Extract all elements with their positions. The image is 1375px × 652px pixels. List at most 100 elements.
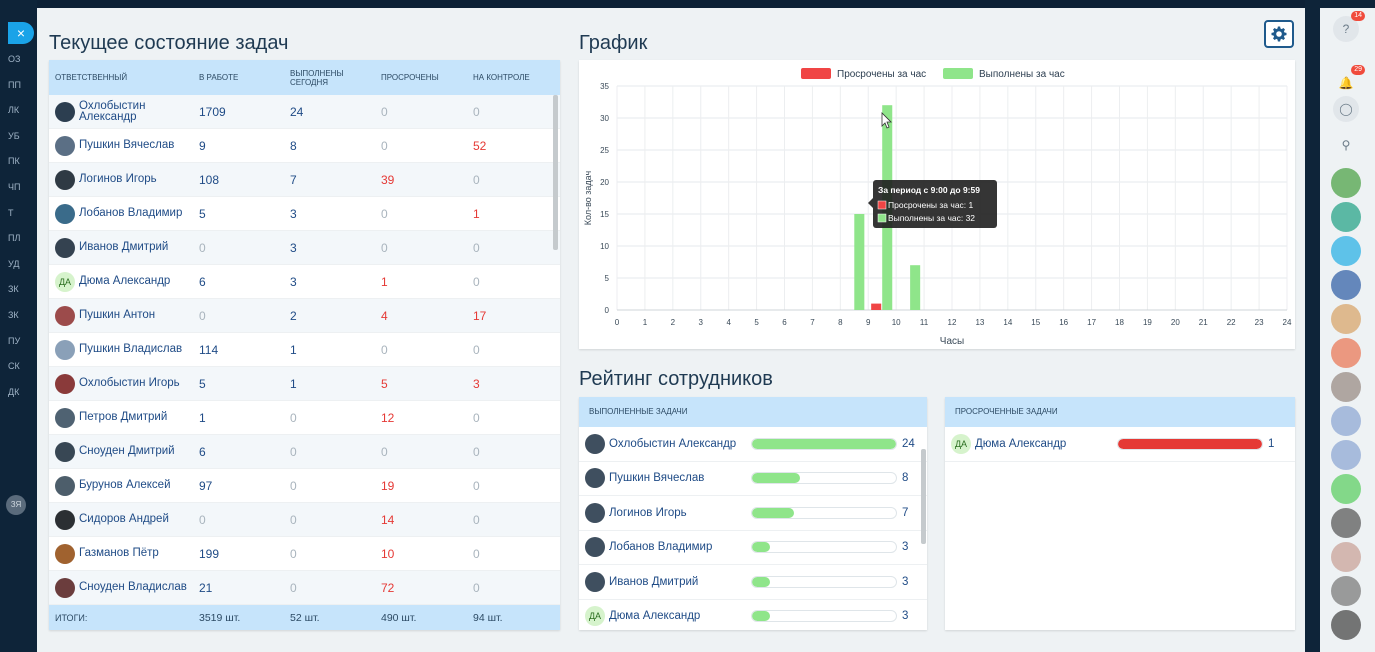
responsible-name[interactable]: Сноуден Владислав	[79, 581, 187, 593]
close-icon[interactable]: ×	[8, 22, 34, 44]
table-row[interactable]: Пушкин Антон 0 2 4 17	[49, 299, 560, 333]
rating-employee[interactable]: Иванов Дмитрий	[585, 571, 751, 592]
left-nav-item[interactable]: Т	[0, 208, 37, 218]
responsible-cell[interactable]: Охлобыстин Александр	[49, 100, 199, 123]
left-nav-item[interactable]: УД	[0, 259, 37, 269]
rating-employee-name[interactable]: Иванов Дмитрий	[609, 576, 698, 588]
table-row[interactable]: Пушкин Владислав 114 1 0 0	[49, 333, 560, 367]
contact-avatar[interactable]	[1331, 202, 1361, 232]
contact-avatar[interactable]	[1331, 440, 1361, 470]
responsible-name[interactable]: Сноуден Дмитрий	[79, 445, 175, 457]
table-row[interactable]: Петров Дмитрий 1 0 12 0	[49, 401, 560, 435]
left-nav-item[interactable]: ПК	[0, 156, 37, 166]
chat-icon[interactable]: ◯	[1333, 96, 1359, 122]
table-scrollbar[interactable]	[553, 95, 558, 250]
help-button[interactable]: ? 14	[1333, 11, 1365, 42]
left-nav-item[interactable]: ЗК	[0, 284, 37, 294]
table-row[interactable]: Иванов Дмитрий 0 3 0 0	[49, 231, 560, 265]
rating-employee[interactable]: Лобанов Владимир	[585, 537, 751, 558]
table-row[interactable]: Бурунов Алексей 97 0 19 0	[49, 469, 560, 503]
responsible-cell[interactable]: Охлобыстин Игорь	[49, 373, 199, 394]
contact-avatar[interactable]	[1331, 338, 1361, 368]
responsible-cell[interactable]: Бурунов Алексей	[49, 475, 199, 496]
left-nav-item[interactable]: ОЗ	[0, 54, 37, 64]
rating-row[interactable]: Иванов Дмитрий 3	[579, 565, 927, 600]
table-row[interactable]: Пушкин Вячеслав 9 8 0 52	[49, 129, 560, 163]
table-row[interactable]: Сноуден Владислав 21 0 72 0	[49, 571, 560, 605]
responsible-name[interactable]: Иванов Дмитрий	[79, 241, 168, 253]
col-in-work[interactable]: В РАБОТЕ	[199, 73, 290, 82]
contact-avatar[interactable]	[1331, 474, 1361, 504]
responsible-name[interactable]: Пушкин Антон	[79, 309, 155, 321]
contact-avatar[interactable]	[1331, 406, 1361, 436]
rating-employee[interactable]: Пушкин Вячеслав	[585, 468, 751, 489]
contact-avatar[interactable]	[1331, 168, 1361, 198]
table-row[interactable]: Логинов Игорь 108 7 39 0	[49, 163, 560, 197]
responsible-name[interactable]: Дюма Александр	[79, 275, 170, 287]
responsible-name[interactable]: Пушкин Вячеслав	[79, 139, 174, 151]
rating-employee[interactable]: Охлобыстин Александр	[585, 433, 751, 454]
rating-employee[interactable]: Логинов Игорь	[585, 502, 751, 523]
responsible-cell[interactable]: ДА Дюма Александр	[49, 271, 199, 292]
contact-avatar[interactable]	[1331, 576, 1361, 606]
responsible-cell[interactable]: Пушкин Вячеслав	[49, 135, 199, 156]
rating-employee[interactable]: ДА Дюма Александр	[951, 433, 1117, 454]
left-nav-item[interactable]: ЧП	[0, 182, 37, 192]
responsible-name[interactable]: Сидоров Андрей	[79, 513, 169, 525]
left-nav-item[interactable]: ПУ	[0, 336, 37, 346]
col-responsible[interactable]: ОТВЕТСТВЕННЫЙ	[49, 73, 199, 82]
rating-row[interactable]: ДА Дюма Александр 1	[945, 427, 1295, 462]
rating-employee-name[interactable]: Дюма Александр	[609, 610, 700, 622]
responsible-cell[interactable]: Сидоров Андрей	[49, 509, 199, 530]
rating-employee-name[interactable]: Логинов Игорь	[609, 507, 687, 519]
contact-avatar[interactable]	[1331, 372, 1361, 402]
contact-avatar[interactable]	[1331, 236, 1361, 266]
responsible-name[interactable]: Газманов Пётр	[79, 547, 159, 559]
responsible-cell[interactable]: Пушкин Антон	[49, 305, 199, 326]
rating-employee[interactable]: ДА Дюма Александр	[585, 606, 751, 627]
responsible-cell[interactable]: Петров Дмитрий	[49, 407, 199, 428]
left-nav-item[interactable]: ЗК	[0, 310, 37, 320]
rating-row[interactable]: ДА Дюма Александр 3	[579, 600, 927, 631]
table-row[interactable]: Охлобыстин Игорь 5 1 5 3	[49, 367, 560, 401]
rating-employee-name[interactable]: Охлобыстин Александр	[609, 438, 736, 450]
responsible-cell[interactable]: Лобанов Владимир	[49, 203, 199, 224]
contact-avatar[interactable]	[1331, 610, 1361, 640]
responsible-cell[interactable]: Газманов Пётр	[49, 543, 199, 564]
rating-row[interactable]: Логинов Игорь 7	[579, 496, 927, 531]
user-avatar[interactable]: ЗЯ	[6, 495, 26, 515]
responsible-cell[interactable]: Сноуден Дмитрий	[49, 441, 199, 462]
notifications-button[interactable]: 🔔 29	[1333, 65, 1365, 96]
table-row[interactable]: Сноуден Дмитрий 6 0 0 0	[49, 435, 560, 469]
responsible-name[interactable]: Логинов Игорь	[79, 173, 157, 185]
responsible-name[interactable]: Пушкин Владислав	[79, 343, 182, 355]
responsible-name[interactable]: Охлобыстин Александр	[79, 100, 199, 123]
responsible-cell[interactable]: Пушкин Владислав	[49, 339, 199, 360]
responsible-name[interactable]: Петров Дмитрий	[79, 411, 167, 423]
rating-row[interactable]: Охлобыстин Александр 24	[579, 427, 927, 462]
contact-avatar[interactable]	[1331, 508, 1361, 538]
table-row[interactable]: Газманов Пётр 199 0 10 0	[49, 537, 560, 571]
rating-row[interactable]: Пушкин Вячеслав 8	[579, 462, 927, 496]
left-nav-item[interactable]: ПЛ	[0, 233, 37, 243]
left-nav-item[interactable]: СК	[0, 361, 37, 371]
rating-row[interactable]: Лобанов Владимир 3	[579, 531, 927, 565]
left-nav-item[interactable]: ПП	[0, 80, 37, 90]
contact-avatar[interactable]	[1331, 304, 1361, 334]
col-done-today[interactable]: ВЫПОЛНЕНЫ СЕГОДНЯ	[290, 69, 381, 87]
table-row[interactable]: Охлобыстин Александр 1709 24 0 0	[49, 95, 560, 129]
table-row[interactable]: ДА Дюма Александр 6 3 1 0	[49, 265, 560, 299]
col-control[interactable]: НА КОНТРОЛЕ	[473, 73, 553, 82]
left-nav-item[interactable]: ЛК	[0, 105, 37, 115]
rating-employee-name[interactable]: Пушкин Вячеслав	[609, 472, 704, 484]
rating-scrollbar[interactable]	[921, 449, 926, 544]
responsible-name[interactable]: Охлобыстин Игорь	[79, 377, 180, 389]
col-overdue[interactable]: ПРОСРОЧЕНЫ	[381, 73, 473, 82]
contact-avatar[interactable]	[1331, 270, 1361, 300]
responsible-cell[interactable]: Иванов Дмитрий	[49, 237, 199, 258]
table-row[interactable]: Лобанов Владимир 5 3 0 1	[49, 197, 560, 231]
left-nav-item[interactable]: ДК	[0, 387, 37, 397]
contact-avatar[interactable]	[1331, 542, 1361, 572]
left-nav-item[interactable]: УБ	[0, 131, 37, 141]
responsible-name[interactable]: Лобанов Владимир	[79, 207, 182, 219]
